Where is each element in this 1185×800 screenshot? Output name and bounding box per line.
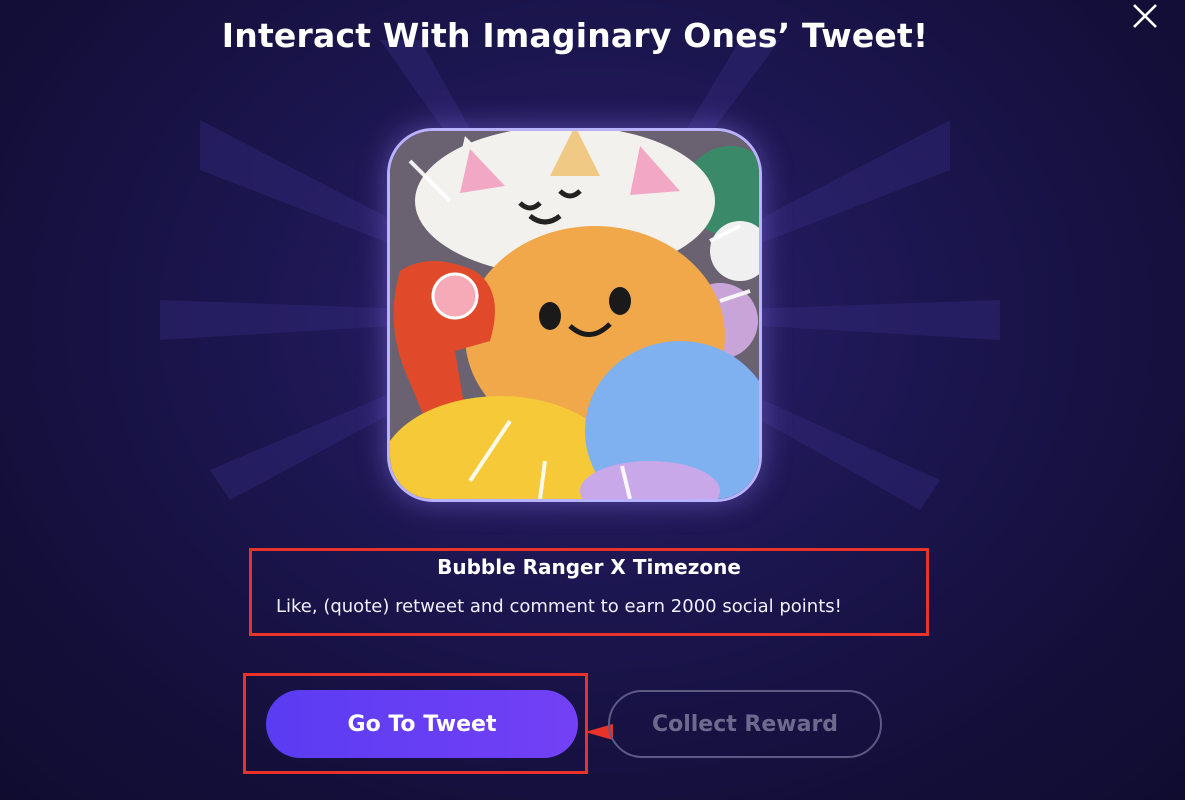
campaign-description: Like, (quote) retweet and comment to ear…	[276, 596, 842, 617]
modal-title: Interact With Imaginary Ones’ Tweet!	[221, 16, 929, 55]
collect-reward-button[interactable]: Collect Reward	[608, 690, 882, 758]
go-to-tweet-button[interactable]: Go To Tweet	[266, 690, 578, 758]
campaign-name: Bubble Ranger X Timezone	[437, 555, 741, 579]
close-icon[interactable]	[1127, 0, 1161, 34]
campaign-image	[387, 128, 762, 502]
